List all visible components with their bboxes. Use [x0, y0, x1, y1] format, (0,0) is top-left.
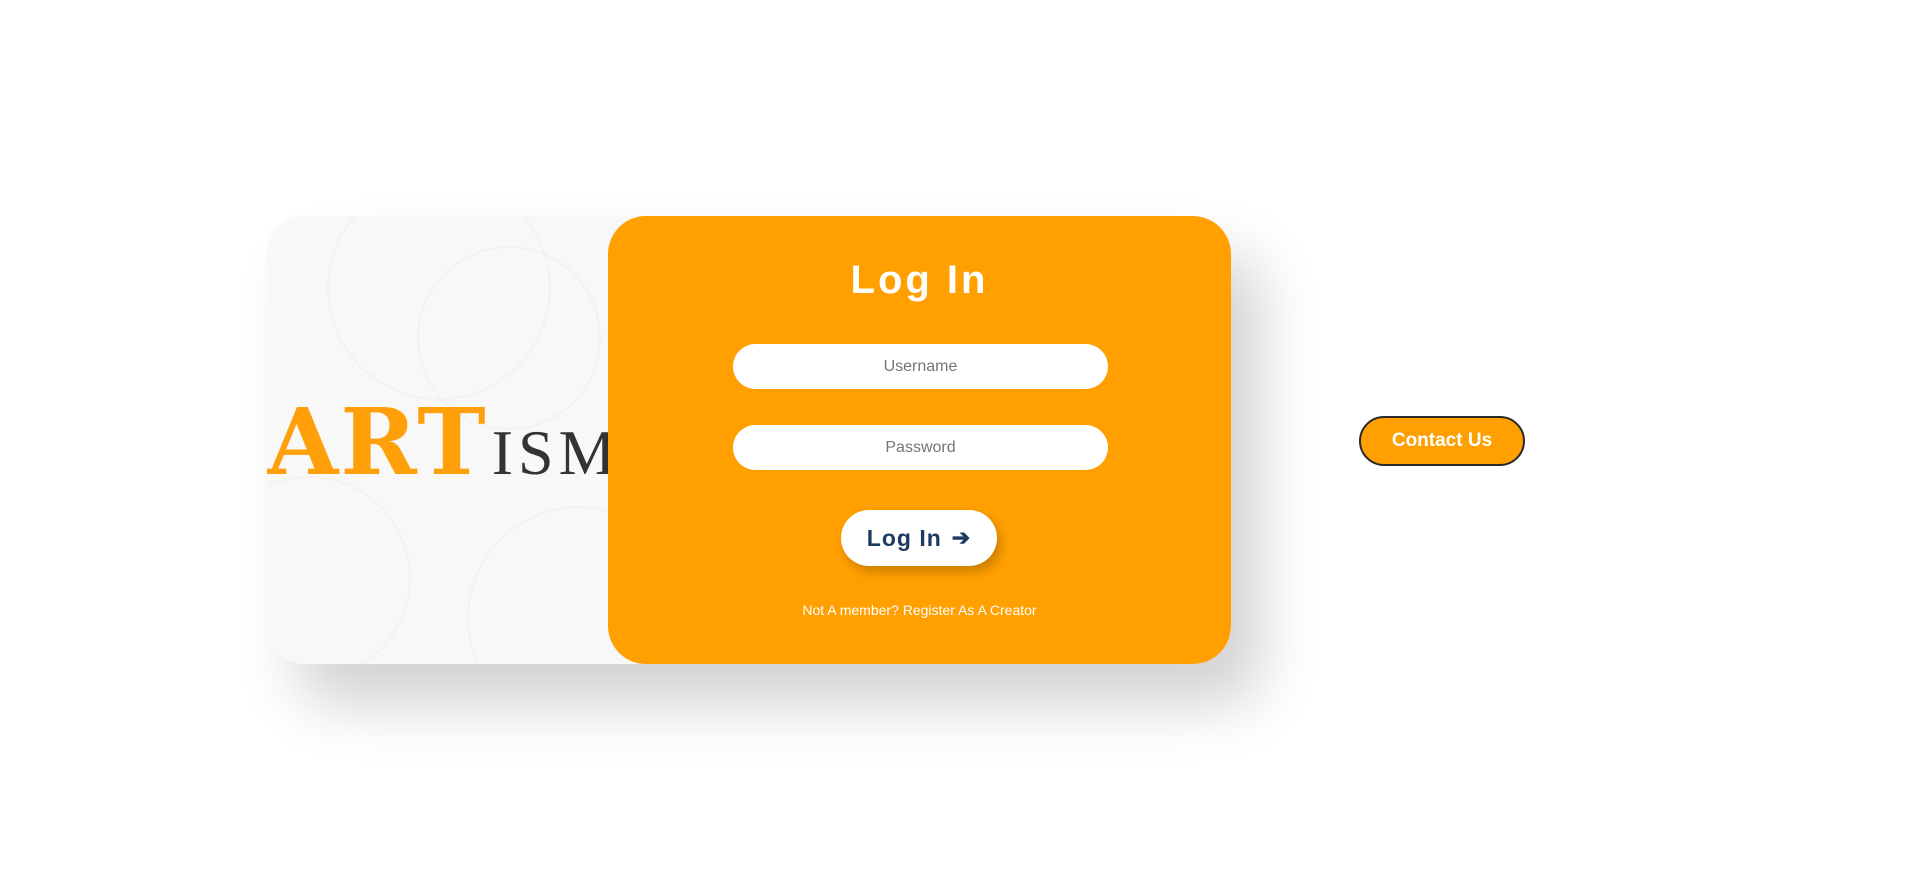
logo-panel: ART ISM	[267, 216, 627, 664]
background-swirl	[267, 476, 411, 664]
register-creator-link[interactable]: Not A member? Register As A Creator	[608, 602, 1231, 618]
login-page: ART ISM Log In Log In ➔ Not A member? Re…	[0, 0, 1906, 876]
login-button[interactable]: Log In ➔	[841, 510, 997, 566]
arrow-right-icon: ➔	[951, 525, 972, 550]
background-swirl	[467, 506, 627, 664]
login-card: ART ISM Log In Log In ➔ Not A member? Re…	[267, 216, 1231, 664]
login-form-panel: Log In Log In ➔ Not A member? Register A…	[608, 216, 1231, 664]
login-title: Log In	[850, 258, 989, 302]
login-button-label: Log In	[866, 524, 942, 551]
contact-us-button[interactable]: Contact Us	[1359, 416, 1525, 466]
logo-art-text: ART	[267, 388, 488, 496]
logo-ism-text: ISM	[491, 417, 621, 488]
username-input[interactable]	[733, 344, 1108, 389]
artism-logo: ART ISM	[267, 396, 621, 488]
password-input[interactable]	[733, 425, 1108, 470]
